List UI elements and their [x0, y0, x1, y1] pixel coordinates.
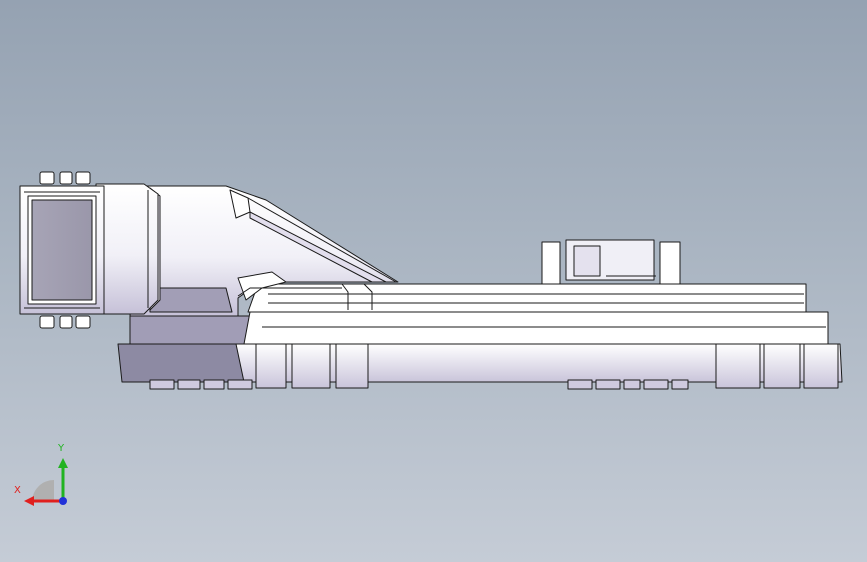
y-axis-label: Y — [58, 443, 65, 454]
graphics-viewport[interactable]: Y X — [0, 0, 867, 562]
collar-ring — [95, 183, 159, 315]
cad-part-model[interactable] — [0, 0, 867, 562]
bottom-shadow-block — [117, 315, 251, 383]
x-axis-label: X — [14, 485, 21, 496]
triad-graphic — [24, 458, 68, 506]
coordinate-triad: Y X — [14, 440, 84, 510]
tube-end — [19, 185, 105, 315]
boss-left — [255, 343, 369, 389]
boss-right — [715, 343, 839, 389]
top-mount — [541, 239, 681, 285]
z-axis-dot — [59, 497, 67, 505]
